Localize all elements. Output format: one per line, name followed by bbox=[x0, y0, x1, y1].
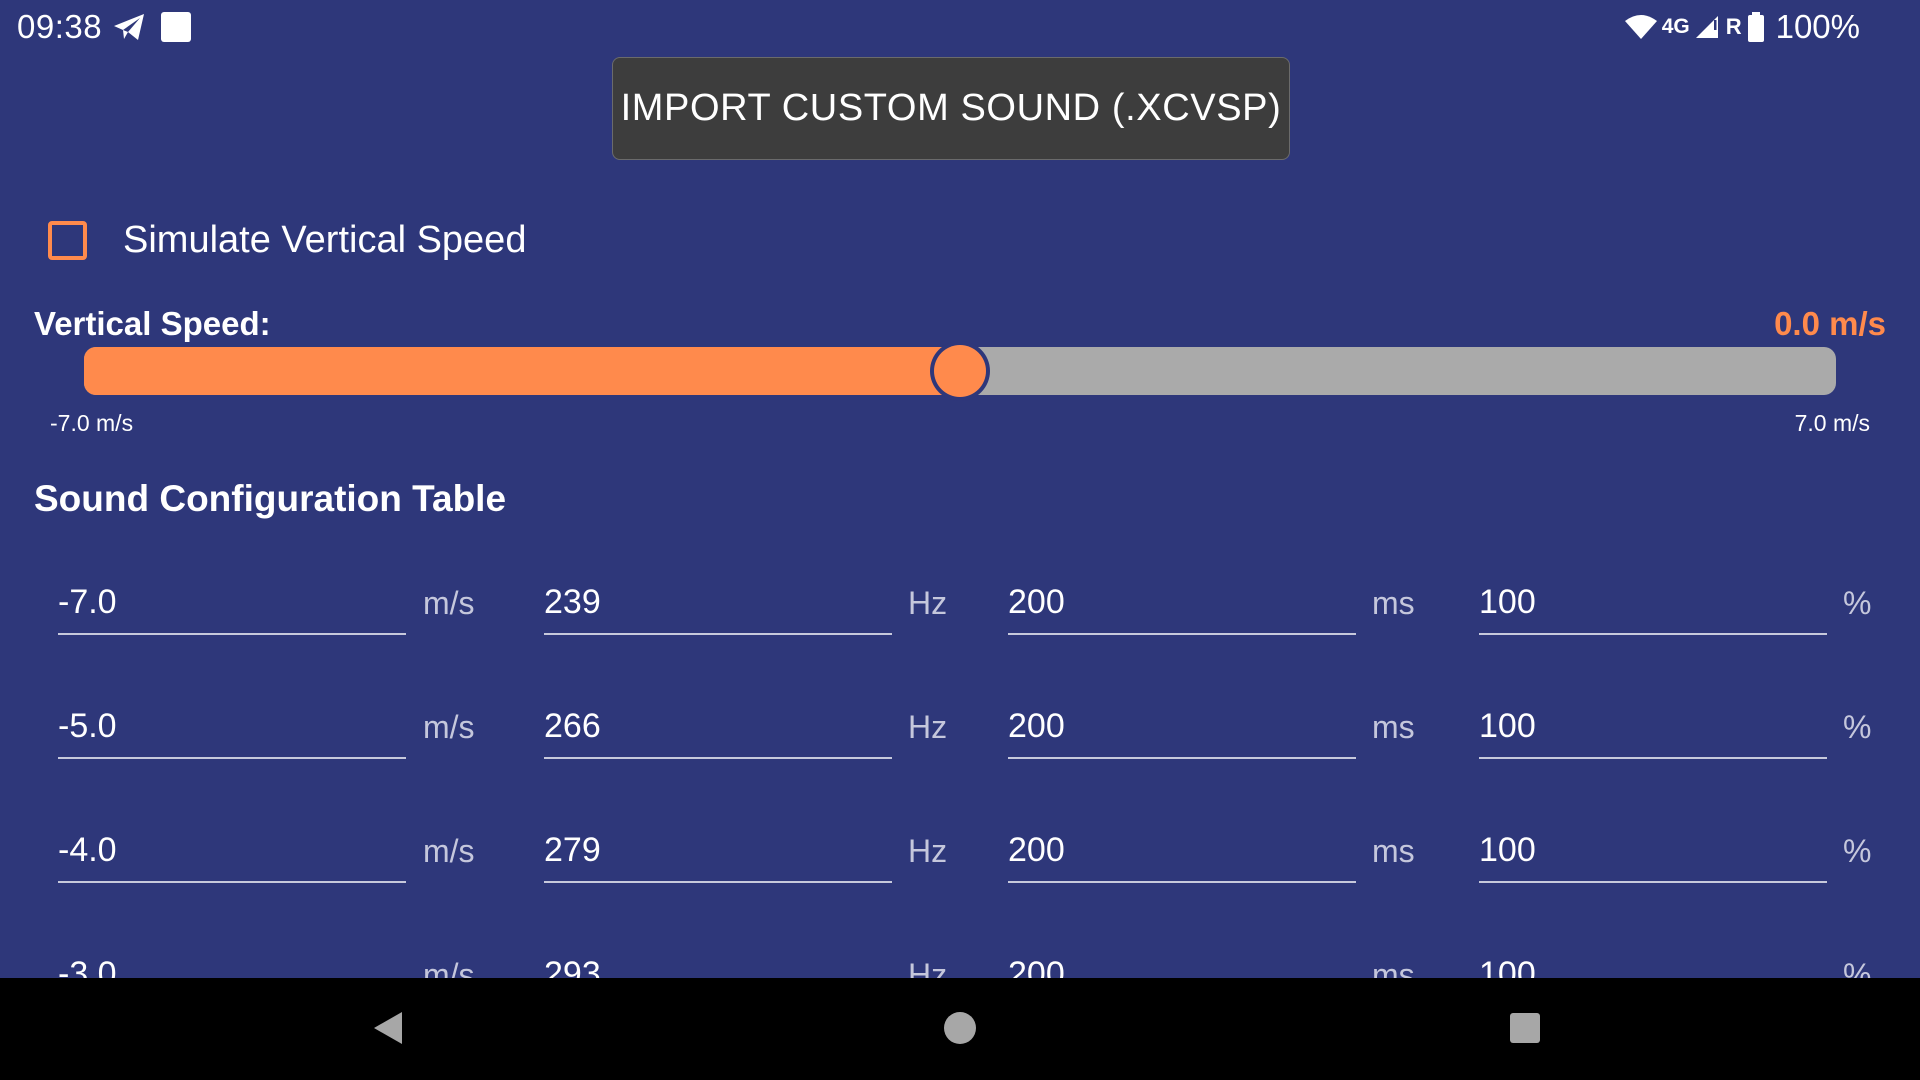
recents-icon[interactable] bbox=[1510, 1013, 1540, 1043]
table-row: -7.0 m/s 239 Hz 200 ms 100% bbox=[0, 560, 1920, 640]
duration-unit-label: ms bbox=[1372, 833, 1415, 869]
home-icon[interactable] bbox=[944, 1012, 976, 1044]
slider-min-label: -7.0 m/s bbox=[50, 410, 134, 436]
battery-percentage: 100% bbox=[1775, 8, 1860, 45]
frequency-input[interactable]: 266 bbox=[544, 684, 892, 759]
notification-icon bbox=[161, 12, 191, 42]
telegram-icon bbox=[114, 14, 144, 40]
duration-unit-label: ms bbox=[1372, 585, 1415, 621]
simulate-vertical-speed-label: Simulate Vertical Speed bbox=[123, 218, 527, 261]
duty-input[interactable]: 100 bbox=[1479, 560, 1827, 635]
frequency-unit-label: Hz bbox=[908, 833, 948, 869]
status-indicators: 4G R 100% bbox=[1624, 8, 1860, 46]
simulate-vertical-speed-row[interactable]: Simulate Vertical Speed bbox=[48, 218, 526, 262]
signal-icon bbox=[1695, 16, 1718, 38]
vertical-speed-label: Vertical Speed: bbox=[34, 305, 271, 342]
frequency-input[interactable]: 279 bbox=[544, 808, 892, 883]
back-icon[interactable] bbox=[372, 1010, 404, 1046]
slider-max-label: 7.0 m/s bbox=[1794, 410, 1870, 436]
duration-input[interactable]: 200 bbox=[1008, 808, 1356, 883]
table-row: -4.0 m/s 279 Hz 200 ms 100% bbox=[0, 808, 1920, 888]
navigation-bar bbox=[0, 978, 1920, 1080]
wifi-icon bbox=[1624, 15, 1657, 39]
slider-fill bbox=[84, 347, 960, 395]
table-row: -5.0 m/s 266 Hz 200 ms 100% bbox=[0, 684, 1920, 764]
speed-input[interactable]: -5.0 bbox=[58, 684, 406, 759]
duty-unit-label: % bbox=[1843, 585, 1872, 621]
speed-unit-label: m/s bbox=[423, 709, 475, 745]
duration-input[interactable]: 200 bbox=[1008, 684, 1356, 759]
import-custom-sound-button[interactable]: IMPORT CUSTOM SOUND (.XCVSP) bbox=[612, 57, 1290, 160]
speed-unit-label: m/s bbox=[423, 585, 475, 621]
frequency-input[interactable]: 239 bbox=[544, 560, 892, 635]
duration-unit-label: ms bbox=[1372, 709, 1415, 745]
screen: 09:38 4G R 100% IMPORT CUSTOM SOUND (.XC… bbox=[0, 0, 1920, 1080]
duration-input[interactable]: 200 bbox=[1008, 560, 1356, 635]
duty-input[interactable]: 100 bbox=[1479, 684, 1827, 759]
duty-input[interactable]: 100 bbox=[1479, 808, 1827, 883]
duty-unit-label: % bbox=[1843, 833, 1872, 869]
vertical-speed-value: 0.0 m/s bbox=[1774, 305, 1886, 342]
vertical-speed-slider[interactable] bbox=[84, 345, 1836, 397]
simulate-vertical-speed-checkbox[interactable] bbox=[48, 220, 87, 260]
battery-icon bbox=[1747, 12, 1764, 42]
roaming-indicator: R bbox=[1725, 14, 1742, 39]
speed-input[interactable]: -4.0 bbox=[58, 808, 406, 883]
frequency-unit-label: Hz bbox=[908, 585, 948, 621]
duty-unit-label: % bbox=[1843, 709, 1872, 745]
frequency-unit-label: Hz bbox=[908, 709, 948, 745]
status-time: 09:38 bbox=[17, 8, 103, 45]
speed-unit-label: m/s bbox=[423, 833, 475, 869]
network-type: 4G bbox=[1661, 15, 1690, 38]
slider-thumb[interactable] bbox=[934, 345, 986, 397]
status-bar: 09:38 4G R 100% bbox=[0, 0, 1920, 54]
speed-input[interactable]: -7.0 bbox=[58, 560, 406, 635]
sound-configuration-table-title: Sound Configuration Table bbox=[34, 478, 507, 519]
